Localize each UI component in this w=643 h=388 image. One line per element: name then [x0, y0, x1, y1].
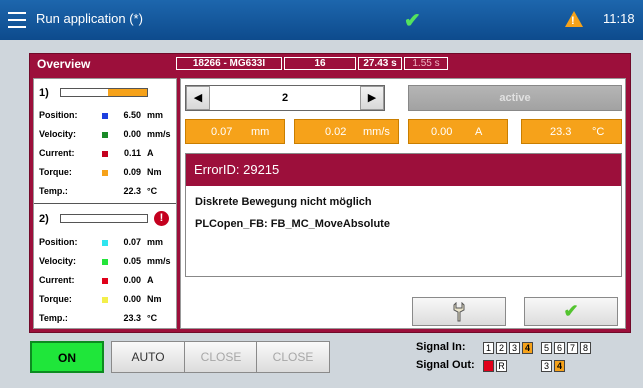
- axis-2-row-torque: Torque: 0.00 Nm: [39, 294, 162, 304]
- axis-1-row-position: Position: 6.50 mm: [39, 110, 164, 120]
- value-box-position: 0.07 mm: [185, 119, 285, 144]
- on-button[interactable]: ON: [30, 341, 104, 373]
- axis-1-label: 1): [39, 87, 49, 99]
- axis-2-row-temp: Temp.: 23.3 °C: [39, 313, 158, 323]
- window-title: Run application (*): [36, 11, 143, 26]
- header-field-step: 16: [284, 57, 356, 70]
- axis-selector-value: 2: [281, 92, 289, 104]
- wrench-icon: [453, 301, 465, 322]
- axis-2-row-velocity: Velocity: 0.05 mm/s: [39, 256, 171, 266]
- value-box-temperature: 23.3 °C: [521, 119, 622, 144]
- close-button-2[interactable]: CLOSE: [256, 341, 330, 373]
- close-button-1[interactable]: CLOSE: [184, 341, 258, 373]
- signal-in-label: Signal In:: [416, 341, 466, 353]
- axis-divider: [34, 203, 176, 204]
- axis-2-row-position: Position: 0.07 mm: [39, 237, 164, 247]
- active-button[interactable]: active: [408, 85, 622, 111]
- signal-in-6: 6: [554, 342, 565, 354]
- confirm-button[interactable]: ✔: [524, 297, 618, 326]
- signal-in-3: 3: [509, 342, 520, 354]
- axis-2-error-icon[interactable]: !: [154, 211, 169, 226]
- panel-title: Overview: [37, 57, 91, 71]
- axis-2-bar: [60, 214, 148, 223]
- axis-2-color-square: [102, 259, 108, 265]
- value-box-velocity: 0.02 mm/s: [294, 119, 399, 144]
- axis-1-row-torque: Torque: 0.09 Nm: [39, 167, 162, 177]
- axis-1-row-velocity: Velocity: 0.00 mm/s: [39, 129, 171, 139]
- axis-1-color-square: [102, 132, 108, 138]
- axis-1-color-square: [102, 151, 108, 157]
- axis-1-bar-fill: [108, 89, 147, 96]
- title-bar: Run application (*) ✔ ! 11:18: [0, 0, 643, 40]
- axis-1-color-square: [102, 113, 108, 119]
- header-field-time: 27.43 s: [358, 57, 402, 70]
- signal-in-7: 7: [567, 342, 578, 354]
- signal-in-1: 1: [483, 342, 494, 354]
- error-source: PLCopen_FB: FB_MC_MoveAbsolute: [195, 218, 390, 230]
- previous-axis-button[interactable]: ◀: [186, 86, 210, 110]
- check-icon: ✔: [563, 301, 579, 321]
- axis-1-bar: [60, 88, 148, 97]
- signal-in-4: 4: [522, 342, 533, 354]
- signal-in-2: 2: [496, 342, 507, 354]
- reset-button[interactable]: [412, 297, 506, 326]
- axis-2-color-square: [102, 240, 108, 246]
- axis-2-label: 2): [39, 213, 49, 225]
- signal-out-4: 4: [554, 360, 565, 372]
- check-icon: ✔: [404, 10, 421, 32]
- axes-column: 1) Position: 6.50 mm Velocity: 0.00 mm/s C…: [33, 78, 177, 329]
- auto-button[interactable]: AUTO: [111, 341, 185, 373]
- menu-icon[interactable]: [8, 12, 26, 28]
- axis-1-row-temp: Temp.: 22.3 °C: [39, 186, 158, 196]
- axis-1-color-square: [102, 170, 108, 176]
- error-message: Diskrete Bewegung nicht möglich: [195, 196, 372, 208]
- signal-in-5: 5: [541, 342, 552, 354]
- error-box: ErrorID: 29215 Diskrete Bewegung nicht m…: [185, 153, 622, 277]
- error-title: ErrorID: 29215: [186, 154, 621, 186]
- axis-selector: ◀ 2 ▶: [185, 85, 385, 111]
- detail-column: ◀ 2 ▶ active 0.07 mm 0.02 mm/s 0.00 A 23.3 °…: [180, 78, 626, 329]
- signal-out-R: R: [496, 360, 507, 372]
- header-field-cycle: 1.55 s: [404, 57, 448, 70]
- axis-2-color-square: [102, 297, 108, 303]
- signal-in-8: 8: [580, 342, 591, 354]
- signal-out-F: F: [483, 360, 494, 372]
- overview-panel: Overview 18266 - MG633I 16 27.43 s 1.55 …: [29, 53, 631, 333]
- axis-2-row-current: Current: 0.00 A: [39, 275, 154, 285]
- next-axis-button[interactable]: ▶: [360, 86, 384, 110]
- warning-icon[interactable]: !: [565, 11, 583, 27]
- axis-1-row-current: Current: 0.11 A: [39, 148, 154, 158]
- header-field-program: 18266 - MG633I: [176, 57, 282, 70]
- signal-out-3: 3: [541, 360, 552, 372]
- signal-out-label: Signal Out:: [416, 359, 475, 371]
- value-box-current: 0.00 A: [408, 119, 508, 144]
- clock: 11:18: [603, 11, 635, 26]
- axis-2-color-square: [102, 278, 108, 284]
